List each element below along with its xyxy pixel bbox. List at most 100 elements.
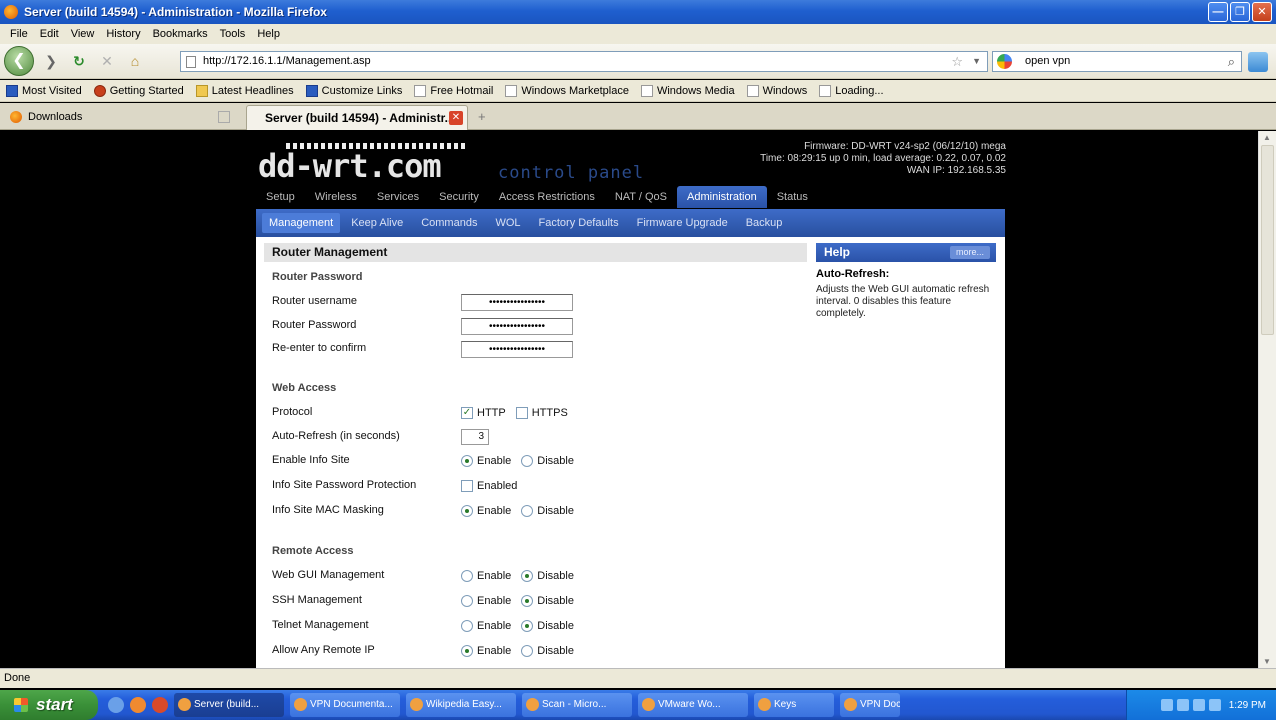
mac-masking-enable-radio[interactable] [461, 505, 473, 517]
subtab-backup[interactable]: Backup [739, 213, 790, 233]
bookmark-windows-marketplace[interactable]: Windows Marketplace [505, 84, 629, 97]
menu-help[interactable]: Help [251, 28, 286, 40]
task-scan[interactable]: Scan - Micro... [522, 693, 632, 717]
subtab-management[interactable]: Management [262, 213, 341, 233]
menu-file[interactable]: File [4, 28, 34, 40]
bookmark-most-visited[interactable]: Most Visited [6, 84, 82, 97]
anyip-disable-radio[interactable] [521, 645, 534, 657]
tab-wireless[interactable]: Wireless [305, 191, 367, 208]
opera-quick-icon[interactable] [152, 697, 168, 713]
window-title-bar[interactable]: Server (build 14594) - Administration - … [0, 0, 1276, 24]
bookmark-windows[interactable]: Windows [746, 84, 807, 97]
tray-app-icon[interactable] [1208, 699, 1221, 711]
tab-placeholder[interactable] [218, 111, 230, 123]
scroll-thumb[interactable] [1261, 145, 1274, 335]
address-bar[interactable]: http://172.16.1.1/Management.asp ☆ ▼ [180, 51, 988, 72]
reload-icon[interactable]: ↻ [68, 50, 90, 72]
tray-security-icon[interactable] [1192, 699, 1205, 711]
https-checkbox[interactable] [515, 407, 528, 419]
task-wikipedia[interactable]: Wikipedia Easy... [406, 693, 516, 717]
auto-refresh-input[interactable]: 3 [461, 429, 489, 445]
task-server[interactable]: Server (build... [174, 693, 284, 717]
bookmark-customize-links[interactable]: Customize Links [305, 84, 402, 97]
subtab-firmware-upgrade[interactable]: Firmware Upgrade [630, 213, 735, 233]
task-vpn-documentation[interactable]: VPN Documentatio... [840, 693, 900, 717]
minimize-button[interactable]: — [1208, 2, 1228, 22]
back-button[interactable]: ❮ [4, 46, 34, 76]
addon-icon[interactable] [1248, 52, 1268, 72]
start-button[interactable]: start [0, 690, 98, 720]
menu-bookmarks[interactable]: Bookmarks [147, 28, 214, 40]
anyip-enable-radio[interactable] [461, 645, 473, 657]
tab-close-icon[interactable]: ✕ [449, 111, 463, 125]
help-subtitle: Auto-Refresh: [816, 268, 890, 280]
vertical-scrollbar[interactable]: ▲ ▼ [1258, 131, 1276, 668]
search-icon[interactable]: ⌕ [1228, 52, 1235, 71]
confirm-password-input[interactable]: •••••••••••••••• [461, 340, 573, 358]
url-text: http://172.16.1.1/Management.asp [203, 55, 371, 67]
menu-tools[interactable]: Tools [214, 28, 252, 40]
mac-masking-disable-radio[interactable] [521, 505, 534, 517]
bookmark-latest-headlines[interactable]: Latest Headlines [195, 84, 294, 97]
menu-history[interactable]: History [100, 28, 146, 40]
info-site-disable-radio[interactable] [521, 455, 534, 467]
home-icon[interactable]: ⌂ [124, 50, 146, 72]
menu-view[interactable]: View [65, 28, 101, 40]
tab-administration[interactable]: Administration [677, 186, 767, 208]
subtab-wol[interactable]: WOL [488, 213, 527, 233]
tab-security[interactable]: Security [429, 191, 489, 208]
info-password-checkbox[interactable] [461, 480, 473, 492]
tab-nat-qos[interactable]: NAT / QoS [605, 191, 677, 208]
telnet-enable-radio[interactable] [461, 620, 473, 632]
menu-edit[interactable]: Edit [34, 28, 65, 40]
maximize-button[interactable]: ❐ [1230, 2, 1250, 22]
firefox-quick-icon[interactable] [130, 697, 146, 713]
tab-services[interactable]: Services [367, 191, 429, 208]
windows-taskbar: start Server (build... VPN Documenta... … [0, 690, 1276, 720]
scroll-down-icon[interactable]: ▼ [1263, 657, 1271, 666]
close-button[interactable]: ✕ [1252, 2, 1272, 22]
desktop-icon[interactable] [108, 697, 124, 713]
tab-bar: Downloads Server (build 14594) - Adminis… [0, 103, 1276, 130]
row-allow-any-remote-ip: Allow Any Remote IP Enable Disable [272, 644, 574, 657]
router-password-heading: Router Password [272, 271, 363, 283]
bookmark-star-icon[interactable]: ☆ [951, 52, 963, 71]
info-site-enable-radio[interactable] [461, 455, 473, 467]
webgui-disable-radio[interactable] [521, 570, 534, 582]
tray-icons [1160, 699, 1221, 711]
task-vmware[interactable]: VMware Wo... [638, 693, 748, 717]
help-more-button[interactable]: more... [949, 246, 990, 259]
telnet-disable-radio[interactable] [521, 620, 534, 632]
webgui-enable-radio[interactable] [461, 570, 473, 582]
tray-volume-icon[interactable] [1176, 699, 1189, 711]
subtab-factory-defaults[interactable]: Factory Defaults [532, 213, 626, 233]
google-icon[interactable] [997, 54, 1012, 69]
scroll-up-icon[interactable]: ▲ [1263, 133, 1271, 142]
tab-downloads[interactable]: Downloads [4, 106, 88, 128]
bookmark-loading[interactable]: Loading... [819, 84, 884, 97]
ssh-enable-radio[interactable] [461, 595, 473, 607]
new-tab-button[interactable]: + [478, 109, 486, 124]
forward-icon[interactable]: ❯ [40, 50, 62, 72]
tab-access-restrictions[interactable]: Access Restrictions [489, 191, 605, 208]
clock[interactable]: 1:29 PM [1229, 700, 1266, 711]
bookmark-free-hotmail[interactable]: Free Hotmail [414, 84, 493, 97]
tray-network-icon[interactable] [1160, 699, 1173, 711]
http-checkbox[interactable]: ✓ [461, 407, 473, 419]
subtab-keep-alive[interactable]: Keep Alive [344, 213, 410, 233]
task-keys[interactable]: Keys [754, 693, 834, 717]
tab-setup[interactable]: Setup [256, 191, 305, 208]
help-header: Help more... [816, 243, 996, 262]
subtab-commands[interactable]: Commands [414, 213, 484, 233]
tab-status[interactable]: Status [767, 191, 818, 208]
tab-active-server[interactable]: Server (build 14594) - Administr... ✕ [246, 105, 468, 130]
router-password-input[interactable]: •••••••••••••••• [461, 317, 573, 335]
stop-icon[interactable]: ✕ [96, 50, 118, 72]
router-username-input[interactable]: •••••••••••••••• [461, 293, 573, 311]
task-vpn-documenta[interactable]: VPN Documenta... [290, 693, 400, 717]
search-box[interactable]: open vpn ⌕ [992, 51, 1242, 72]
bookmark-windows-media[interactable]: Windows Media [640, 84, 735, 97]
url-dropdown-icon[interactable]: ▼ [972, 52, 981, 71]
ssh-disable-radio[interactable] [521, 595, 534, 607]
bookmark-getting-started[interactable]: Getting Started [93, 84, 184, 97]
